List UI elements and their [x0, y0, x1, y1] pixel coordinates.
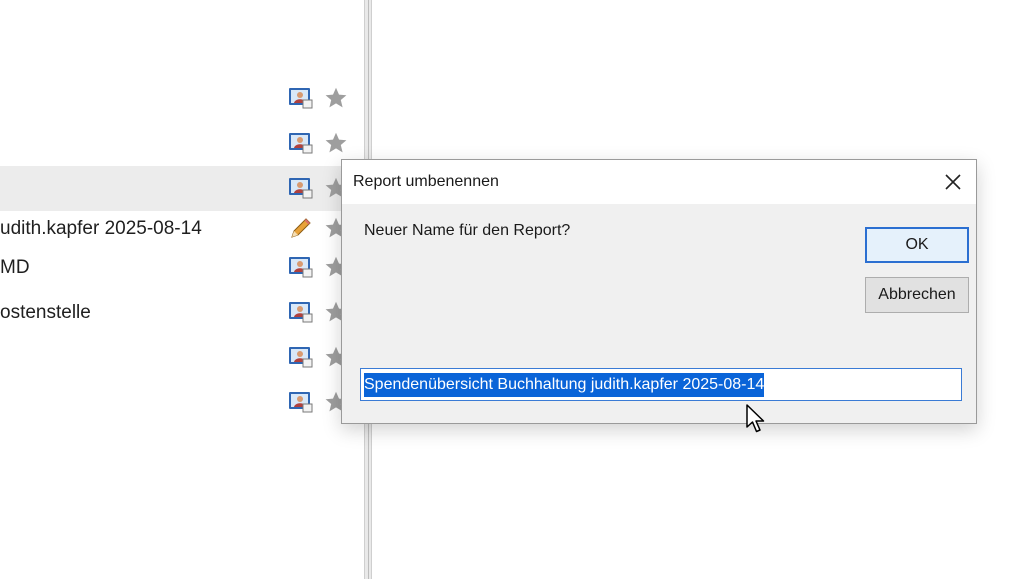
report-row[interactable]: ostenstelle	[0, 290, 364, 335]
favorite-star-icon[interactable]	[324, 86, 348, 110]
report-list: udith.kapfer 2025-08-14 MD ostenstelle	[0, 0, 364, 579]
report-icon[interactable]	[288, 255, 314, 279]
ok-button[interactable]: OK	[865, 227, 969, 263]
report-row[interactable]: MD	[0, 245, 364, 290]
report-name-selected-text: Spendenübersicht Buchhaltung judith.kapf…	[364, 372, 765, 397]
report-row[interactable]	[0, 76, 364, 121]
mouse-cursor-icon	[746, 404, 765, 433]
report-icon[interactable]	[288, 345, 314, 369]
report-icon[interactable]	[288, 86, 314, 110]
report-row[interactable]	[0, 335, 364, 380]
pencil-icon[interactable]	[288, 216, 314, 240]
report-row[interactable]	[0, 380, 364, 425]
cancel-button[interactable]: Abbrechen	[865, 277, 969, 313]
report-row-label: MD	[0, 257, 30, 278]
report-name-input[interactable]: Spendenübersicht Buchhaltung judith.kapf…	[360, 368, 962, 401]
close-button[interactable]	[930, 160, 976, 204]
rename-report-dialog: Report umbenennen Neuer Name für den Rep…	[341, 159, 977, 424]
dialog-prompt: Neuer Name für den Report?	[364, 222, 571, 239]
report-icon[interactable]	[288, 131, 314, 155]
report-icon[interactable]	[288, 390, 314, 414]
close-icon	[945, 174, 961, 190]
report-row-selected[interactable]	[0, 166, 364, 211]
report-icon[interactable]	[288, 300, 314, 324]
favorite-star-icon[interactable]	[324, 131, 348, 155]
report-row-label: ostenstelle	[0, 302, 91, 323]
report-icon[interactable]	[288, 176, 314, 200]
report-row[interactable]	[0, 121, 364, 166]
dialog-titlebar[interactable]: Report umbenennen	[342, 160, 976, 204]
dialog-title: Report umbenennen	[353, 173, 499, 190]
